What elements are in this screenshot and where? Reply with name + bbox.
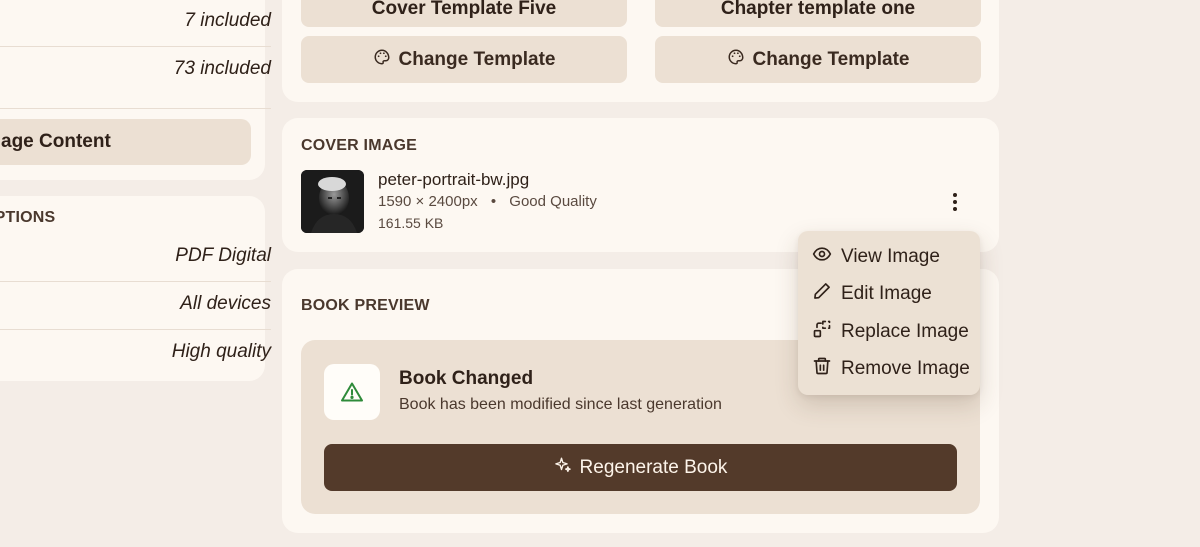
book-changed-title: Book Changed bbox=[399, 368, 534, 389]
book-preview-section-label: BOOK PREVIEW bbox=[301, 297, 430, 314]
included-count: 7 included bbox=[184, 10, 271, 31]
options-section-label: OPTIONS bbox=[0, 209, 56, 226]
menu-item-view-image[interactable]: View Image bbox=[798, 238, 980, 276]
cover-image-filesize: 161.55 KB bbox=[378, 215, 444, 231]
menu-item-replace-image[interactable]: Replace Image bbox=[798, 313, 980, 351]
divider bbox=[0, 108, 271, 109]
more-vertical-icon[interactable] bbox=[944, 190, 966, 214]
replace-icon bbox=[812, 319, 832, 345]
cover-image-filename: peter-portrait-bw.jpg bbox=[378, 170, 530, 189]
palette-icon bbox=[727, 48, 745, 72]
chapter-template-name: Chapter template one bbox=[655, 0, 981, 27]
menu-item-edit-image[interactable]: Edit Image bbox=[798, 276, 980, 314]
manage-content-label: Manage Content bbox=[0, 131, 111, 152]
menu-item-label: Remove Image bbox=[841, 358, 970, 380]
cover-image-thumbnail[interactable] bbox=[301, 170, 364, 233]
change-template-label: Change Template bbox=[398, 48, 556, 70]
cover-image-dimensions: 1590 × 2400px bbox=[378, 193, 478, 210]
change-chapter-template-button[interactable]: Change Template bbox=[655, 36, 981, 83]
cover-image-meta: 1590 × 2400px • Good Quality bbox=[378, 193, 597, 210]
divider bbox=[0, 46, 271, 47]
menu-item-label: Replace Image bbox=[841, 320, 969, 342]
option-value: All devices bbox=[180, 293, 271, 314]
pencil-icon bbox=[812, 281, 832, 307]
alert-triangle-icon bbox=[324, 364, 380, 420]
meta-separator-dot: • bbox=[490, 193, 497, 210]
cover-template-name: Cover Template Five bbox=[301, 0, 627, 27]
regenerate-book-button[interactable]: Regenerate Book bbox=[324, 444, 957, 491]
cover-image-quality: Good Quality bbox=[509, 193, 597, 210]
menu-item-label: View Image bbox=[841, 245, 940, 267]
divider bbox=[0, 329, 271, 330]
option-value: High quality bbox=[171, 341, 271, 362]
divider bbox=[0, 281, 271, 282]
menu-item-label: Edit Image bbox=[841, 283, 932, 305]
change-cover-template-button[interactable]: Change Template bbox=[301, 36, 627, 83]
palette-icon bbox=[373, 48, 391, 72]
regenerate-book-label: Regenerate Book bbox=[579, 456, 728, 478]
option-value: PDF Digital bbox=[175, 245, 271, 266]
image-actions-menu: View Image Edit Image Replace Image Remo… bbox=[798, 231, 980, 395]
book-changed-message: Book has been modified since last genera… bbox=[399, 396, 722, 413]
trash-icon bbox=[812, 356, 832, 382]
included-count: 73 included bbox=[173, 58, 271, 79]
change-template-label: Change Template bbox=[752, 48, 910, 70]
cover-image-section-label: COVER IMAGE bbox=[301, 137, 417, 154]
sparkle-icon bbox=[554, 456, 572, 480]
menu-item-remove-image[interactable]: Remove Image bbox=[798, 351, 980, 389]
eye-icon bbox=[812, 244, 832, 270]
manage-content-button[interactable]: Manage Content bbox=[0, 119, 251, 165]
